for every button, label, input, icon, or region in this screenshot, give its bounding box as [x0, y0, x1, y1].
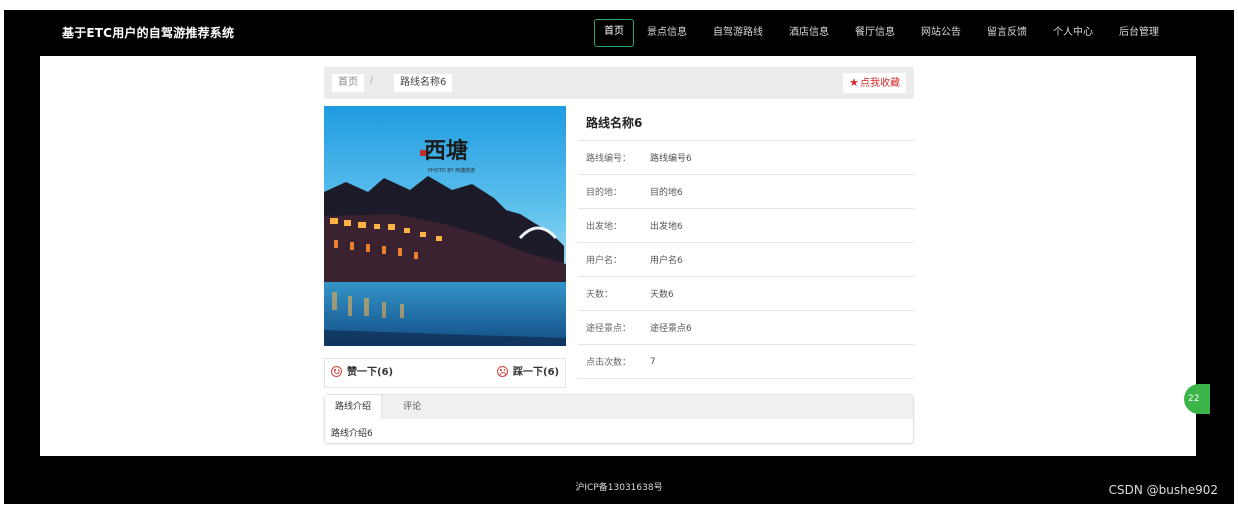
top-navbar: 基于ETC用户的自驾游推荐系统 首页 景点信息 自驾游路线 酒店信息 餐厅信息 …	[4, 10, 1234, 56]
info-row-waypoints: 途径景点： 途径景点6	[578, 311, 914, 345]
info-row-destination: 目的地： 目的地6	[578, 175, 914, 209]
tabs-header: 路线介绍 评论	[325, 395, 913, 419]
field-value: 7	[650, 356, 656, 367]
field-value: 用户名6	[650, 256, 683, 266]
field-label: 目的地：	[586, 188, 623, 198]
field-label: 点击次数：	[586, 358, 632, 368]
frown-icon	[497, 366, 508, 377]
vote-bar: 赞一下(6) 踩一下(6)	[324, 358, 566, 388]
field-value: 途径景点6	[650, 324, 692, 334]
field-label: 天数：	[586, 290, 614, 300]
info-row-code: 路线编号： 路线编号6	[578, 141, 914, 175]
nav-attractions[interactable]: 景点信息	[634, 20, 700, 46]
nav-restaurants[interactable]: 餐厅信息	[842, 20, 908, 46]
footer-icp: 沪ICP备13031638号	[575, 483, 663, 493]
route-title: 路线名称6	[578, 106, 914, 141]
nav-home[interactable]: 首页	[594, 19, 634, 47]
tab-route-intro[interactable]: 路线介绍	[325, 395, 383, 419]
nav-user-center[interactable]: 个人中心	[1040, 20, 1106, 46]
field-label: 路线编号：	[586, 154, 632, 164]
field-value: 目的地6	[650, 188, 683, 198]
like-button[interactable]: 赞一下(6)	[331, 364, 393, 382]
dislike-label: 踩一下(6)	[513, 367, 560, 378]
main-nav: 首页 景点信息 自驾游路线 酒店信息 餐厅信息 网站公告 留言反馈 个人中心 后…	[594, 19, 1172, 47]
dislike-button[interactable]: 踩一下(6)	[497, 364, 559, 382]
nav-admin[interactable]: 后台管理	[1106, 20, 1172, 46]
field-label: 用户名：	[586, 256, 623, 266]
detail-tabs: 路线介绍 评论 路线介绍6	[324, 394, 914, 444]
field-value: 天数6	[650, 290, 674, 300]
field-value: 出发地6	[650, 222, 683, 232]
field-value: 路线编号6	[650, 154, 692, 164]
info-row-username: 用户名： 用户名6	[578, 243, 914, 277]
photo-caption: PHOTO BY 西塘旅游	[428, 167, 475, 174]
favorite-label: 点我收藏	[860, 78, 900, 89]
route-info: 路线名称6 路线编号： 路线编号6 目的地： 目的地6 出发地： 出发地6 用户…	[578, 106, 914, 379]
photo-calligraphy: 西塘	[424, 138, 468, 164]
nav-feedback[interactable]: 留言反馈	[974, 20, 1040, 46]
breadcrumb: 首页 / 路线名称6 ★点我收藏	[324, 67, 914, 99]
field-label: 出发地：	[586, 222, 623, 232]
field-label: 途径景点：	[586, 324, 632, 334]
smile-icon	[331, 366, 342, 377]
breadcrumb-separator: /	[370, 76, 374, 86]
info-row-clicks: 点击次数： 7	[578, 345, 914, 379]
breadcrumb-home[interactable]: 首页	[332, 74, 364, 92]
favorite-button[interactable]: ★点我收藏	[843, 73, 906, 93]
watermark: CSDN @bushe902	[1108, 483, 1218, 497]
info-row-days: 天数： 天数6	[578, 277, 914, 311]
like-label: 赞一下(6)	[347, 367, 394, 378]
tab-content: 路线介绍6	[331, 429, 373, 439]
tab-comments[interactable]: 评论	[393, 395, 431, 419]
site-title: 基于ETC用户的自驾游推荐系统	[62, 26, 235, 40]
floating-badge[interactable]: 22	[1184, 384, 1210, 414]
nav-announcements[interactable]: 网站公告	[908, 20, 974, 46]
page-frame: 基于ETC用户的自驾游推荐系统 首页 景点信息 自驾游路线 酒店信息 餐厅信息 …	[4, 10, 1234, 504]
breadcrumb-current: 路线名称6	[394, 74, 453, 92]
nav-hotels[interactable]: 酒店信息	[776, 20, 842, 46]
main-content: 首页 / 路线名称6 ★点我收藏 西塘 PHOTO BY 西塘旅游 赞一下(6)…	[40, 56, 1196, 456]
info-row-departure: 出发地： 出发地6	[578, 209, 914, 243]
route-photo: 西塘 PHOTO BY 西塘旅游	[324, 106, 566, 346]
star-icon: ★	[849, 76, 859, 89]
nav-routes[interactable]: 自驾游路线	[700, 20, 776, 46]
